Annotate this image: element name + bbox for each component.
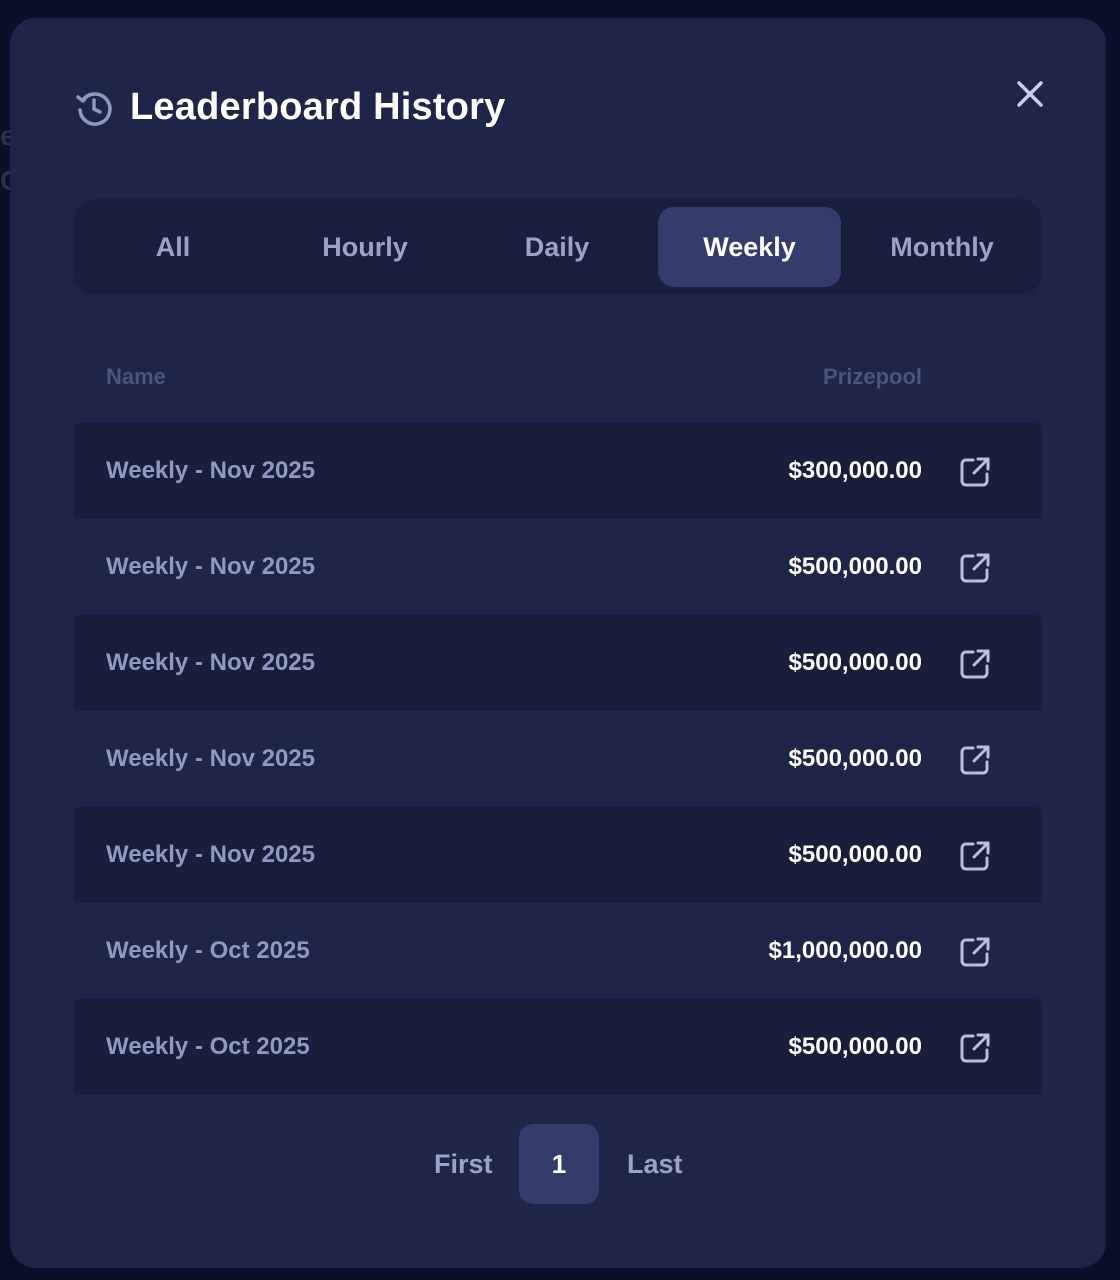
pagination: First 1 Last bbox=[10, 1124, 1106, 1204]
table-row[interactable]: Weekly - Nov 2025 $500,000.00 bbox=[74, 519, 1042, 615]
table-row[interactable]: Weekly - Nov 2025 $500,000.00 bbox=[74, 615, 1042, 711]
external-link-icon[interactable] bbox=[958, 1031, 992, 1065]
table-row[interactable]: Weekly - Oct 2025 $1,000,000.00 bbox=[74, 903, 1042, 999]
column-header-prizepool: Prizepool bbox=[822, 364, 922, 389]
row-name: Weekly - Nov 2025 bbox=[106, 745, 316, 772]
leaderboard-history-modal: Leaderboard History All Hourly Daily Wee… bbox=[10, 18, 1106, 1268]
external-link-icon[interactable] bbox=[958, 935, 992, 969]
period-tabs: All Hourly Daily Weekly Monthly bbox=[74, 199, 1042, 295]
table-row[interactable]: Weekly - Nov 2025 $300,000.00 bbox=[74, 423, 1042, 519]
last-page-button[interactable]: Last bbox=[627, 1124, 683, 1204]
external-link-icon[interactable] bbox=[958, 743, 992, 777]
tab-monthly[interactable]: Monthly bbox=[850, 207, 1034, 287]
row-prizepool: $500,000.00 bbox=[788, 553, 922, 580]
row-prizepool: $300,000.00 bbox=[788, 457, 922, 484]
row-prizepool: $500,000.00 bbox=[788, 1033, 922, 1060]
external-link-icon[interactable] bbox=[958, 455, 992, 489]
external-link-icon[interactable] bbox=[958, 647, 992, 681]
table-row[interactable]: Weekly - Nov 2025 $500,000.00 bbox=[74, 711, 1042, 807]
tab-weekly[interactable]: Weekly bbox=[658, 207, 841, 287]
row-name: Weekly - Oct 2025 bbox=[106, 937, 310, 964]
modal-title: Leaderboard History bbox=[130, 86, 506, 128]
row-prizepool: $500,000.00 bbox=[788, 841, 922, 868]
table-row[interactable]: Weekly - Oct 2025 $500,000.00 bbox=[74, 999, 1042, 1095]
column-header-name: Name bbox=[106, 364, 166, 389]
leaderboard-table: Weekly - Nov 2025 $300,000.00 Weekly - N… bbox=[74, 423, 1042, 1095]
history-clock-icon bbox=[76, 91, 112, 126]
row-prizepool: $1,000,000.00 bbox=[768, 937, 922, 964]
row-prizepool: $500,000.00 bbox=[788, 649, 922, 676]
table-row[interactable]: Weekly - Nov 2025 $500,000.00 bbox=[74, 807, 1042, 903]
row-name: Weekly - Nov 2025 bbox=[106, 649, 316, 676]
tab-daily[interactable]: Daily bbox=[466, 207, 648, 287]
row-name: Weekly - Nov 2025 bbox=[106, 553, 316, 580]
tab-all[interactable]: All bbox=[82, 207, 264, 287]
modal-header: Leaderboard History bbox=[74, 86, 505, 129]
first-page-button[interactable]: First bbox=[434, 1124, 493, 1204]
row-name: Weekly - Nov 2025 bbox=[106, 841, 316, 868]
row-prizepool: $500,000.00 bbox=[788, 745, 922, 772]
page-number-button[interactable]: 1 bbox=[519, 1124, 599, 1204]
row-name: Weekly - Oct 2025 bbox=[106, 1033, 310, 1060]
row-name: Weekly - Nov 2025 bbox=[106, 457, 316, 484]
external-link-icon[interactable] bbox=[958, 551, 992, 585]
external-link-icon[interactable] bbox=[958, 839, 992, 873]
close-icon[interactable] bbox=[1012, 76, 1048, 112]
tab-hourly[interactable]: Hourly bbox=[274, 207, 456, 287]
